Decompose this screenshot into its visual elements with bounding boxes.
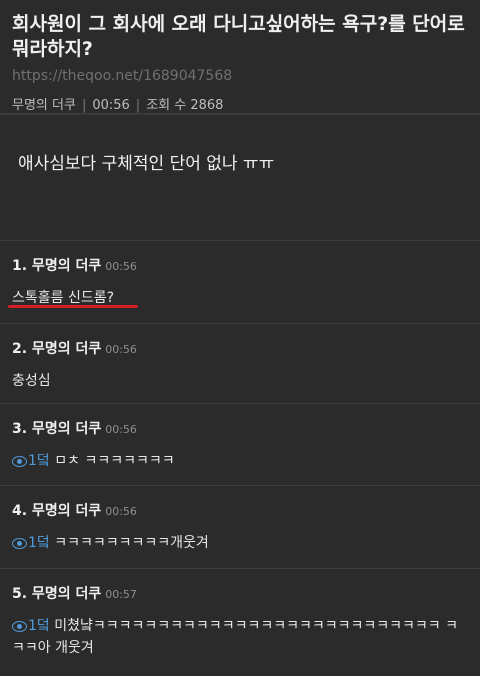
comment-content: 1덬 미쳤냨ㅋㅋㅋㅋㅋㅋㅋㅋㅋㅋㅋㅋㅋㅋㅋㅋㅋㅋㅋㅋㅋㅋㅋㅋㅋㅋㅋ ㅋㅋㅋ아 개… xyxy=(12,615,468,659)
comment-header: 1. 무명의 더쿠 00:56 xyxy=(12,255,468,275)
comment-author: 3. 무명의 더쿠 xyxy=(12,421,102,437)
post-url[interactable]: https://theqoo.net/1689047568 xyxy=(12,68,468,84)
comment-item: 5. 무명의 더쿠 00:57 1덬 미쳤냨ㅋㅋㅋㅋㅋㅋㅋㅋㅋㅋㅋㅋㅋㅋㅋㅋㅋㅋㅋ… xyxy=(0,569,480,664)
comment-author: 1. 무명의 더쿠 xyxy=(12,258,102,274)
comment-time: 00:56 xyxy=(105,343,137,356)
comment-text: 미쳤냨ㅋㅋㅋㅋㅋㅋㅋㅋㅋㅋㅋㅋㅋㅋㅋㅋㅋㅋㅋㅋㅋㅋㅋㅋㅋㅋㅋ ㅋㅋㅋ아 개웃겨 xyxy=(12,618,458,656)
eye-icon xyxy=(12,455,27,467)
comment-content: 1덬 ㅁㅊ ㅋㅋㅋㅋㅋㅋㅋ xyxy=(12,450,468,472)
meta-separator: | xyxy=(81,98,87,113)
eye-icon xyxy=(12,537,27,549)
post-author: 무명의 더쿠 xyxy=(12,98,76,113)
comment-time: 00:56 xyxy=(105,505,137,518)
comment-text: 충성심 xyxy=(12,373,51,389)
post-time: 00:56 xyxy=(92,98,130,113)
comment-item: 3. 무명의 더쿠 00:56 1덬 ㅁㅊ ㅋㅋㅋㅋㅋㅋㅋ xyxy=(0,404,480,486)
post-header: 회사원이 그 회사에 오래 다니고싶어하는 욕구?를 단어로 뭐라하지? htt… xyxy=(0,0,480,115)
comment-item: 4. 무명의 더쿠 00:56 1덬 ㅋㅋㅋㅋㅋㅋㅋㅋㅋ개웃겨 xyxy=(0,486,480,569)
comment-author: 5. 무명의 더쿠 xyxy=(12,586,102,602)
comment-time: 00:56 xyxy=(105,423,137,436)
post-body-text: 애사심보다 구체적인 단어 없나 ㅠㅠ xyxy=(18,154,275,174)
comment-header: 2. 무명의 더쿠 00:56 xyxy=(12,338,468,358)
comment-item: 2. 무명의 더쿠 00:56 충성심 xyxy=(0,324,480,404)
comment-content: 1덬 ㅋㅋㅋㅋㅋㅋㅋㅋㅋ개웃겨 xyxy=(12,532,468,554)
red-underline xyxy=(8,305,138,308)
comment-item: 1. 무명의 더쿠 00:56 스톡홀름 신드롬? xyxy=(0,241,480,324)
post-views: 조회 수 2868 xyxy=(146,98,224,113)
comment-header: 3. 무명의 더쿠 00:56 xyxy=(12,418,468,438)
comment-time: 00:57 xyxy=(105,588,137,601)
reply-reference[interactable]: 1덬 xyxy=(12,618,50,634)
meta-separator: | xyxy=(135,98,141,113)
reply-reference[interactable]: 1덬 xyxy=(12,453,50,469)
post-body: 애사심보다 구체적인 단어 없나 ㅠㅠ xyxy=(0,115,480,241)
post-meta: 무명의 더쿠 | 00:56 | 조회 수 2868 xyxy=(12,94,468,113)
eye-icon xyxy=(12,620,27,632)
comment-time: 00:56 xyxy=(105,260,137,273)
comment-header: 4. 무명의 더쿠 00:56 xyxy=(12,500,468,520)
reply-reference[interactable]: 1덬 xyxy=(12,535,50,551)
comment-author: 2. 무명의 더쿠 xyxy=(12,341,102,357)
comment-text: ㅋㅋㅋㅋㅋㅋㅋㅋㅋ개웃겨 xyxy=(54,535,209,551)
comment-header: 5. 무명의 더쿠 00:57 xyxy=(12,583,468,603)
comment-text: ㅁㅊ ㅋㅋㅋㅋㅋㅋㅋ xyxy=(54,453,175,469)
comment-author: 4. 무명의 더쿠 xyxy=(12,503,102,519)
post-title: 회사원이 그 회사에 오래 다니고싶어하는 욕구?를 단어로 뭐라하지? xyxy=(12,13,465,60)
